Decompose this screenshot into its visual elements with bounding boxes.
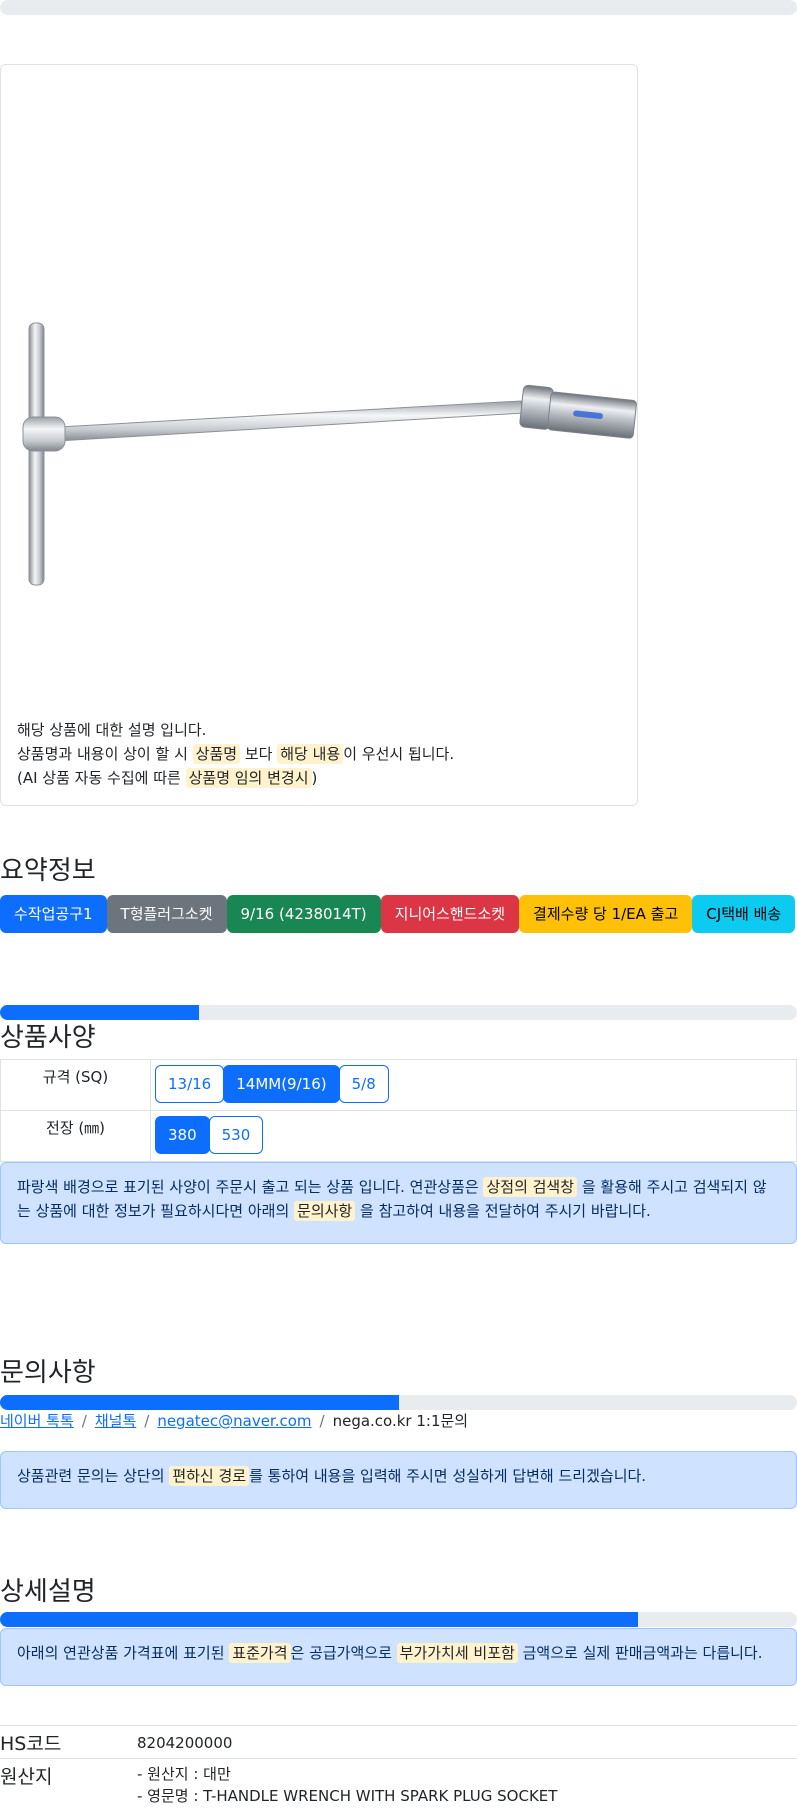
inquiry-progress-fill [0,1395,399,1410]
spec-option-button[interactable]: 5/8 [338,1065,389,1103]
inquiry-progress-bar [0,1395,797,1410]
notice-text: 을 참고하여 내용을 전달하여 주시기 바랍니다. [360,1202,651,1220]
hs-code-label: HS코드 [0,1733,62,1755]
origin-line: - 원산지 : 대만 [137,1765,231,1783]
note-text: 상품명과 내용이 상이 할 시 [17,745,188,763]
note-text: ) [311,769,318,787]
highlight-content: 해당 내용 [277,744,344,764]
summary-badge: T형플러그소켓 [106,895,227,933]
english-name-line: - 영문명 : T-HANDLE WRENCH WITH SPARK PLUG … [137,1787,558,1805]
summary-badge: 9/16 (4238014T) [226,895,381,933]
summary-title: 요약정보 [0,856,96,886]
origin-value: - 원산지 : 대만 - 영문명 : T-HANDLE WRENCH WITH … [137,1763,557,1807]
site-inquiry-text: nega.co.kr 1:1문의 [332,1412,469,1430]
hs-code-row: HS코드 8204200000 [0,1725,797,1759]
spec-label-size: 규격 (SQ) [0,1059,151,1111]
inquiry-links: 네이버 톡톡 / 채널톡 / negatec@naver.com / nega.co.kr … [0,1410,468,1431]
notice-text: 상품관련 문의는 상단의 [17,1467,165,1485]
spec-row-length: 전장 (㎜) 380 530 [0,1110,797,1162]
notice-text: 아래의 연관상품 가격표에 표기된 [17,1644,225,1662]
spec-row-size: 규격 (SQ) 13/16 14MM(9/16) 5/8 [0,1059,797,1111]
highlight-search-box: 상점의 검색창 [483,1177,578,1197]
separator: / [81,1412,87,1430]
product-description-note: 해당 상품에 대한 설명 입니다. 상품명과 내용이 상이 할 시 상품명 보다… [17,718,454,790]
specs-title: 상품사양 [0,1023,96,1053]
notice-text: 파랑색 배경으로 표기된 사양이 주문시 출고 되는 상품 입니다. 연관상품은 [17,1178,479,1196]
detail-progress-fill [0,1612,638,1627]
origin-label: 원산지 [0,1766,53,1788]
highlight-vat-excluded: 부가가치세 비포함 [396,1643,518,1663]
inquiry-notice: 상품관련 문의는 상단의 편하신 경로 를 통하여 내용을 입력해 주시면 성실하… [0,1451,797,1509]
note-text: (AI 상품 자동 수집에 따른 [17,769,181,787]
spec-label-length: 전장 (㎜) [0,1110,151,1162]
product-image-card: 해당 상품에 대한 설명 입니다. 상품명과 내용이 상이 할 시 상품명 보다… [0,64,638,806]
specs-progress-bar [0,1005,797,1020]
note-text: 이 우선시 됩니다. [343,745,455,763]
highlight-inquiry: 문의사항 [294,1201,356,1221]
product-image [22,322,637,586]
note-line-1: 해당 상품에 대한 설명 입니다. [17,721,207,739]
highlight-name-change: 상품명 임의 변경시 [185,768,312,788]
specs-notice: 파랑색 배경으로 표기된 사양이 주문시 출고 되는 상품 입니다. 연관상품은… [0,1162,797,1244]
notice-text: 은 공급가액으로 [290,1644,392,1662]
note-text: 보다 [244,745,273,763]
summary-badge: 지니어스핸드소켓 [380,895,520,933]
separator: / [144,1412,150,1430]
email-link[interactable]: negatec@naver.com [157,1412,311,1430]
channel-talk-link[interactable]: 채널톡 [95,1412,136,1430]
highlight-standard-price: 표준가격 [229,1643,291,1663]
highlight-product-name: 상품명 [192,744,241,764]
hs-code-value: 8204200000 [137,1734,233,1752]
spec-options-length: 380 530 [150,1110,797,1162]
summary-badge: 결제수량 당 1/EA 출고 [519,895,693,933]
spec-options-size: 13/16 14MM(9/16) 5/8 [150,1059,797,1111]
summary-badges: 수작업공구1 T형플러그소켓 9/16 (4238014T) 지니어스핸드소켓 결제수량… [0,895,796,933]
spec-option-button[interactable]: 530 [208,1116,264,1154]
top-progress-bar [0,0,797,15]
note-line-2: 상품명과 내용이 상이 할 시 상품명 보다 해당 내용 이 우선시 됩니다. [17,742,454,766]
detail-progress-bar [0,1612,797,1627]
note-line-3: (AI 상품 자동 수집에 따른 상품명 임의 변경시) [17,766,454,790]
notice-text: 금액으로 실제 판매금액과는 다릅니다. [522,1644,763,1662]
spec-option-button[interactable]: 380 [155,1116,210,1154]
highlight-route: 편하신 경로 [169,1466,250,1486]
detail-title: 상세설명 [0,1577,96,1607]
summary-badge: CJ택배 배송 [692,895,796,933]
separator: / [319,1412,325,1430]
specs-table: 규격 (SQ) 13/16 14MM(9/16) 5/8 전장 (㎜) 380 530 [0,1059,797,1162]
naver-talk-link[interactable]: 네이버 톡톡 [0,1412,74,1430]
notice-text: 를 통하여 내용을 입력해 주시면 성실하게 답변해 드리겠습니다. [249,1467,647,1485]
origin-row: 원산지 - 원산지 : 대만 - 영문명 : T-HANDLE WRENCH W… [0,1758,797,1809]
detail-notice: 아래의 연관상품 가격표에 표기된 표준가격 은 공급가액으로 부가가치세 비포함… [0,1628,797,1686]
spec-option-button[interactable]: 13/16 [155,1065,225,1103]
summary-badge: 수작업공구1 [0,895,107,933]
spec-option-button[interactable]: 14MM(9/16) [223,1065,340,1103]
inquiry-title: 문의사항 [0,1358,96,1388]
